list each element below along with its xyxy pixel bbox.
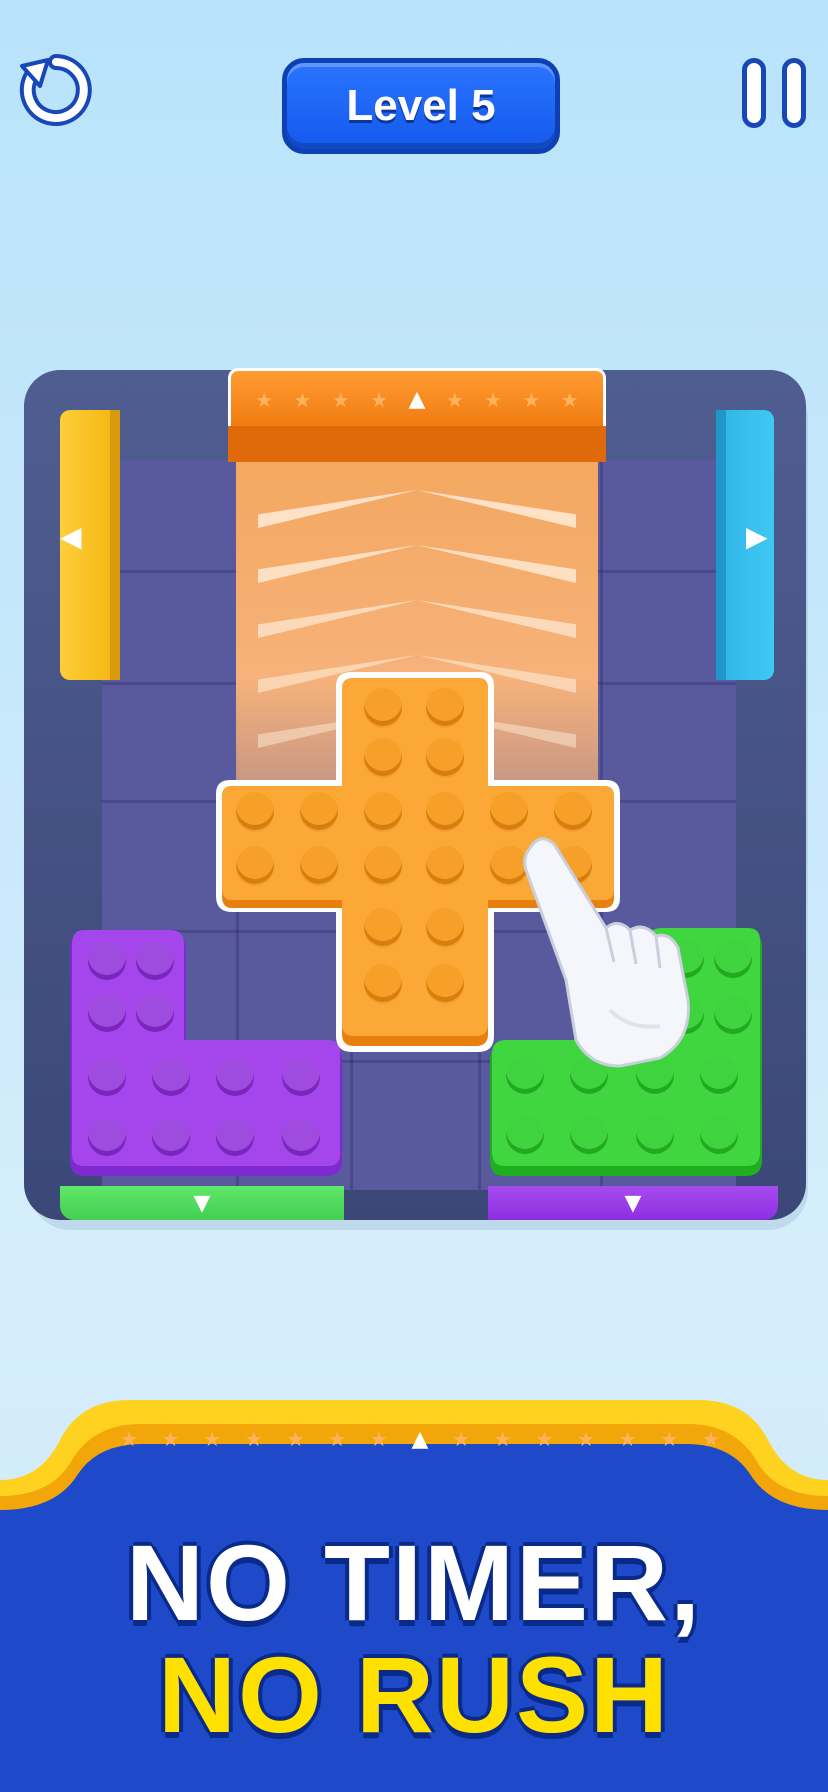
left-exit-gate: ◀ (60, 410, 120, 680)
arrow-up-icon: ▲ (411, 1426, 429, 1452)
level-label: Level 5 (346, 81, 496, 130)
star-icon: ★ (286, 1427, 305, 1451)
banner-star-row: ★ ★ ★ ★ ★ ★ ★ ▲ ★ ★ ★ ★ ★ ★ ★ (120, 1424, 720, 1454)
stud (426, 908, 464, 946)
stud (136, 942, 174, 980)
stud (700, 1116, 738, 1154)
star-icon: ★ (577, 1427, 595, 1451)
star-icon: ★ (255, 387, 274, 412)
arrow-left-icon: ◀ (60, 520, 82, 553)
stud (216, 1118, 254, 1156)
star-icon: ★ (618, 1427, 637, 1451)
stud (364, 688, 402, 726)
stud (490, 792, 528, 830)
arrow-right-icon: ▶ (746, 520, 768, 553)
arrow-down-icon: ▼ (193, 1190, 211, 1216)
star-icon: ★ (701, 1427, 720, 1451)
star-icon: ★ (328, 1427, 347, 1451)
promo-banner: ★ ★ ★ ★ ★ ★ ★ ▲ ★ ★ ★ ★ ★ ★ ★ NO TIMER, … (0, 1400, 828, 1792)
stud (152, 1058, 190, 1096)
stud (88, 1058, 126, 1096)
right-exit-gate: ▶ (716, 410, 774, 680)
stud (236, 846, 274, 884)
stud (236, 792, 274, 830)
star-icon: ★ (484, 387, 503, 412)
star-icon: ★ (244, 1427, 263, 1451)
stud (216, 1058, 254, 1096)
star-icon: ★ (660, 1427, 679, 1451)
restart-button[interactable] (18, 52, 94, 128)
star-icon: ★ (452, 1427, 471, 1451)
stud (554, 792, 592, 830)
bottom-left-exit-gate: ▼ (60, 1186, 344, 1220)
star-icon: ★ (331, 387, 350, 412)
pointing-hand-icon (523, 837, 690, 1068)
stud (426, 846, 464, 884)
pause-icon-bar (782, 58, 806, 128)
restart-icon (19, 54, 92, 126)
star-icon: ★ (445, 387, 464, 412)
star-icon: ★ (522, 387, 541, 412)
stud (426, 964, 464, 1002)
stud (426, 738, 464, 776)
star-icon: ★ (369, 1427, 388, 1451)
stud (714, 940, 752, 978)
star-icon: ★ (535, 1427, 554, 1451)
stud (282, 1058, 320, 1096)
arrow-up-icon: ▲ (408, 387, 426, 412)
stud (506, 1116, 544, 1154)
stud (88, 994, 126, 1032)
stud (152, 1118, 190, 1156)
stud (364, 908, 402, 946)
pause-button[interactable] (742, 58, 806, 128)
stud (364, 964, 402, 1002)
stud (282, 1118, 320, 1156)
star-icon: ★ (370, 387, 389, 412)
stud (636, 1116, 674, 1154)
star-icon: ★ (203, 1427, 222, 1451)
bottom-right-exit-gate: ▼ (488, 1186, 778, 1220)
banner-headline-line1: NO TIMER, (126, 1522, 702, 1643)
star-icon: ★ (493, 1427, 512, 1451)
star-icon: ★ (560, 387, 579, 412)
level-indicator: Level 5 (282, 58, 560, 154)
stud (136, 994, 174, 1032)
stud (426, 688, 464, 726)
stud (364, 846, 402, 884)
pause-icon (742, 58, 766, 128)
star-icon: ★ (161, 1427, 180, 1451)
star-icon: ★ (120, 1427, 138, 1451)
top-exit-gate: ★ ★ ★ ★ ▲ ★ ★ ★ ★ (228, 368, 606, 428)
stud (88, 1118, 126, 1156)
top-exit-gate-face (228, 426, 606, 462)
stud (570, 1116, 608, 1154)
star-icon: ★ (293, 387, 312, 412)
banner-headline-line2: NO RUSH (157, 1634, 671, 1755)
stud (714, 996, 752, 1034)
stud (364, 738, 402, 776)
arrow-down-icon: ▼ (624, 1190, 642, 1216)
stud (364, 792, 402, 830)
stud (426, 792, 464, 830)
stud (300, 846, 338, 884)
stud (700, 1056, 738, 1094)
stud (300, 792, 338, 830)
stud (88, 942, 126, 980)
